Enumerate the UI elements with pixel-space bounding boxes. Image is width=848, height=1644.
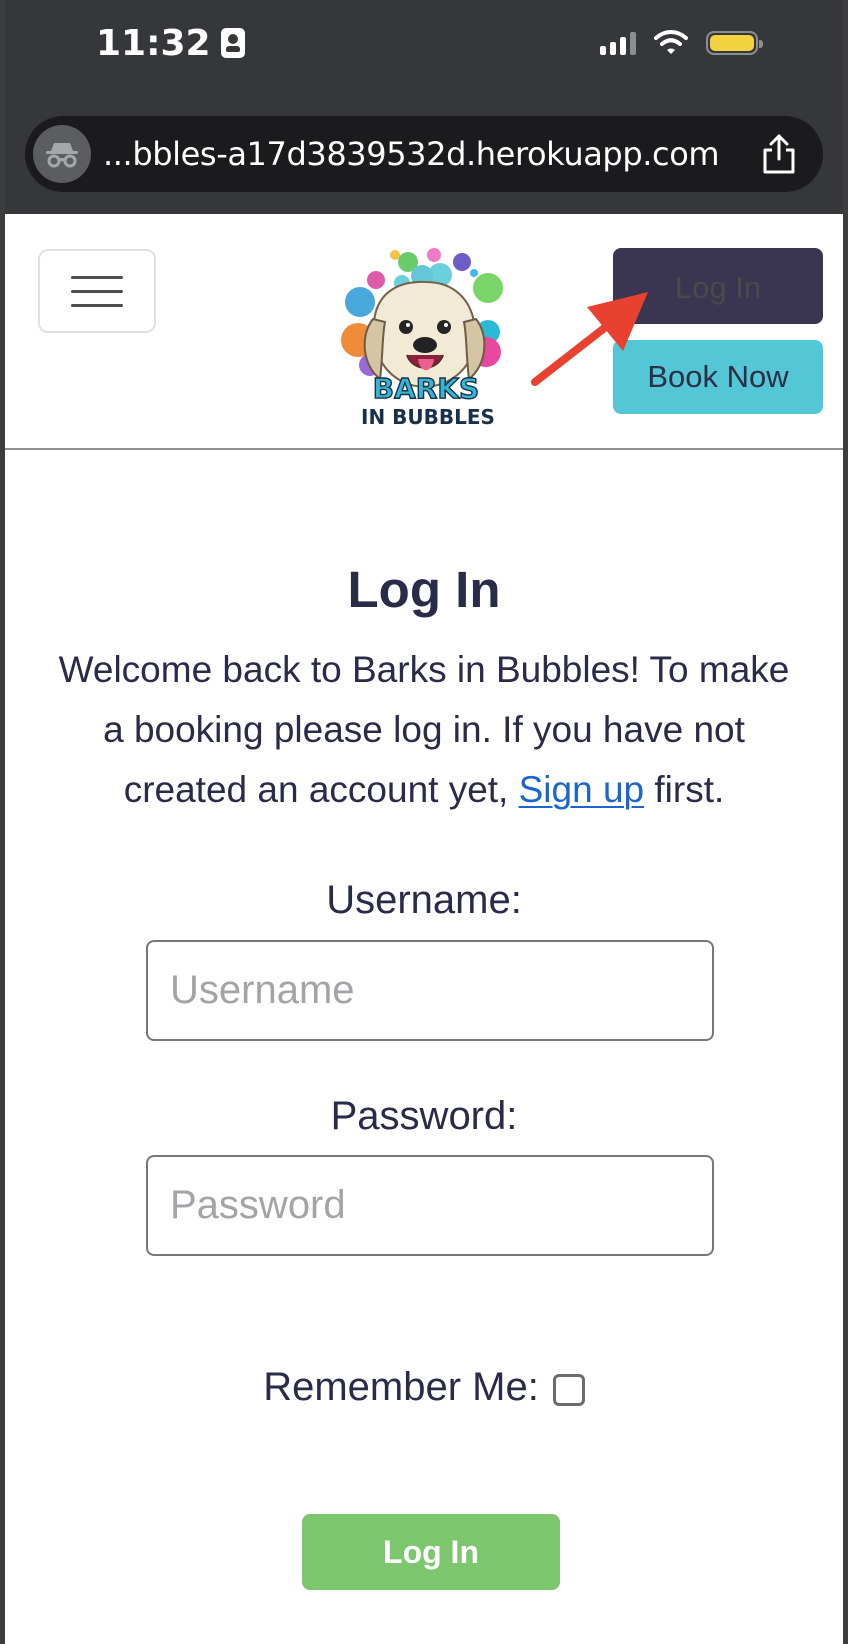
password-label: Password: [330,1094,518,1138]
login-submit-button[interactable]: Log In [302,1514,560,1590]
cellular-signal-icon [600,31,636,55]
status-time: 11:32 [96,18,245,68]
logo-text-bubbles: IN BUBBLES [361,405,495,429]
site-header: BARKS IN BUBBLES Log In Book Now [5,214,843,450]
remember-me-row: Remember Me: [5,1365,843,1410]
intro-text-after-link: first. [644,769,725,810]
phone-frame: 11:32 ...bbles-a17d3839532d.herokuapp.co… [0,0,848,1644]
battery-icon [706,31,763,55]
incognito-glyph [46,143,78,168]
hamburger-menu-icon [71,272,123,310]
remember-me-label: Remember Me: [263,1365,539,1409]
contact-card-icon [220,28,245,58]
username-label: Username: [326,878,522,922]
share-icon[interactable] [759,133,799,175]
login-intro: Welcome back to Barks in Bubbles! To mak… [52,640,796,820]
battery-level [710,35,754,51]
page-title: Log In [347,561,501,618]
status-time-text: 11:32 [96,22,211,64]
incognito-icon[interactable] [33,125,91,183]
password-input[interactable] [146,1155,714,1256]
remember-me-checkbox[interactable] [552,1374,585,1406]
menu-toggle-button[interactable] [38,249,156,333]
address-bar[interactable]: ...bbles-a17d3839532d.herokuapp.com [25,116,823,192]
brand-logo[interactable]: BARKS IN BUBBLES [340,244,510,430]
login-page-main: Log In Welcome back to Barks in Bubbles!… [5,450,843,1644]
browser-chrome: 11:32 ...bbles-a17d3839532d.herokuapp.co… [5,0,843,214]
username-input[interactable] [146,940,714,1041]
annotation-arrow-icon [531,292,648,386]
status-indicators [600,22,763,64]
wifi-icon [654,30,688,54]
url-text[interactable]: ...bbles-a17d3839532d.herokuapp.com [103,135,747,173]
share-glyph [763,134,795,174]
sign-up-link[interactable]: Sign up [519,769,645,810]
logo-text-barks: BARKS [373,372,479,405]
